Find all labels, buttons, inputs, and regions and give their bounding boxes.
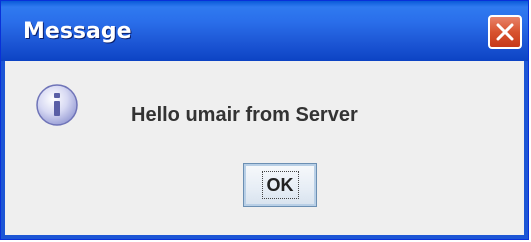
close-button[interactable] bbox=[488, 15, 522, 49]
ok-button-label: OK bbox=[261, 171, 299, 199]
window-title: Message bbox=[23, 19, 132, 44]
title-bar[interactable]: Message bbox=[1, 1, 528, 61]
ok-button[interactable]: OK bbox=[243, 163, 317, 207]
message-dialog: Message Hello umair from Server OK bbox=[0, 0, 529, 240]
message-text: Hello umair from Server bbox=[131, 104, 358, 126]
close-icon bbox=[496, 23, 514, 41]
info-icon bbox=[36, 84, 78, 126]
dialog-body: Hello umair from Server OK bbox=[1, 61, 528, 239]
